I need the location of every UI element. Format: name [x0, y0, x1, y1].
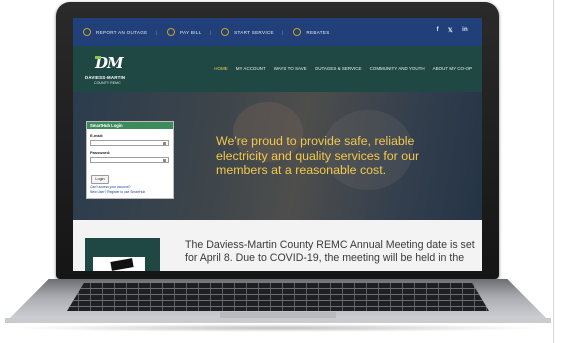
password-label: Password:: [90, 150, 111, 155]
rebate-icon: [293, 28, 302, 36]
logo-name: DAVIESS-MARTIN: [85, 75, 126, 80]
house-icon: [221, 28, 230, 36]
separator: |: [155, 29, 158, 35]
start-service-label: START SERVICE: [234, 29, 274, 35]
pay-bill-link[interactable]: PAY BILL: [167, 28, 202, 36]
linkedin-icon[interactable]: in: [462, 27, 468, 34]
news-section: The Daviess-Martin County REMC Annual Me…: [73, 220, 482, 271]
laptop-shadow: [10, 324, 546, 332]
nav-item-community-youth[interactable]: COMMUNITY AND YOUTH: [370, 66, 425, 71]
nav-item-ways-to-save[interactable]: WAYS TO SAVE: [274, 66, 307, 71]
rebates-link[interactable]: REBATES: [293, 28, 329, 36]
email-label: E-mail:: [90, 133, 104, 138]
laptop-base: [5, 279, 551, 324]
social-links: f 𝕏 in: [437, 27, 468, 34]
rebates-label: REBATES: [306, 29, 330, 35]
separator: |: [209, 29, 212, 35]
report-outage-link[interactable]: REPORT AN OUTAGE: [83, 28, 148, 36]
forgot-access-link[interactable]: Can't access your account?: [90, 185, 130, 189]
facebook-icon[interactable]: f: [437, 27, 439, 34]
utility-bar: REPORT AN OUTAGE | PAY BILL | START SERV…: [73, 18, 482, 46]
password-field[interactable]: [90, 157, 169, 163]
login-button[interactable]: Login: [91, 175, 109, 184]
logo-subtitle: COUNTY REMC: [94, 81, 121, 85]
nav-menu: HOME MY ACCOUNT WAYS TO SAVE OUTAGES & S…: [214, 66, 472, 71]
report-outage-label: REPORT AN OUTAGE: [96, 29, 148, 35]
separator: |: [281, 29, 284, 35]
keyboard-rows: [67, 283, 489, 311]
logo-mark[interactable]: DM: [95, 54, 124, 72]
nav-item-my-account[interactable]: MY ACCOUNT: [236, 66, 266, 71]
news-thumbnail[interactable]: [85, 238, 160, 271]
start-service-link[interactable]: START SERVICE: [221, 28, 274, 36]
page-edge-divider: [553, 0, 554, 343]
nav-item-about[interactable]: ABOUT MY CO-OP: [433, 66, 472, 71]
nav-item-outages-service[interactable]: OUTAGES & SERVICE: [315, 66, 362, 71]
pay-bill-label: PAY BILL: [180, 29, 202, 35]
news-excerpt: The Daviess-Martin County REMC Annual Me…: [185, 239, 475, 264]
email-field[interactable]: [90, 140, 169, 146]
twitter-icon[interactable]: 𝕏: [448, 27, 453, 34]
register-link[interactable]: New User? Register to use SmartHub: [90, 190, 145, 194]
laptop-front-edge: [5, 318, 551, 323]
logo-accent: [95, 56, 101, 59]
dollar-icon: [167, 28, 176, 36]
hero-headline: We're proud to provide safe, reliable el…: [216, 134, 420, 177]
nav-item-home[interactable]: HOME: [214, 66, 228, 71]
login-title: SmartHub Login: [87, 122, 173, 129]
bulb-icon: [83, 28, 91, 36]
smarthub-login-panel: SmartHub Login E-mail: Password: Login C…: [86, 121, 174, 199]
laptop-screen: REPORT AN OUTAGE | PAY BILL | START SERV…: [73, 18, 482, 271]
main-navbar: DM DAVIESS-MARTIN COUNTY REMC HOME MY AC…: [73, 46, 482, 92]
